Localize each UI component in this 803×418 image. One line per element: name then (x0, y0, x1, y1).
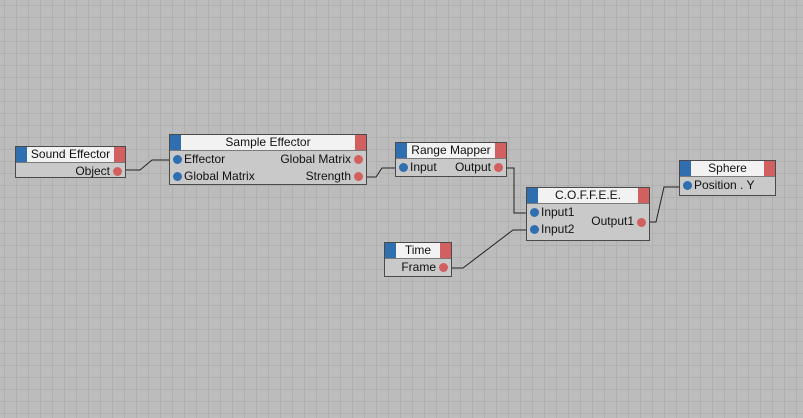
node-title[interactable]: Sound Effector (16, 147, 125, 163)
node-left-tab[interactable] (680, 161, 691, 176)
node-sphere[interactable]: Sphere Position . Y (679, 160, 776, 196)
node-sound-effector[interactable]: Sound Effector Object (15, 146, 126, 178)
node-left-tab[interactable] (170, 135, 181, 150)
port-label: Input2 (541, 222, 575, 236)
node-title[interactable]: Time (385, 243, 451, 259)
input-port-icon[interactable] (173, 172, 182, 181)
output-port-icon[interactable] (439, 263, 448, 272)
output-port-icon[interactable] (354, 172, 363, 181)
node-title-text: Time (404, 243, 432, 257)
wire-sound-object-to-sample-effector (123, 159, 175, 171)
node-left-tab[interactable] (396, 143, 407, 158)
port-label: Strength (305, 169, 351, 183)
wires-layer (123, 159, 685, 269)
node-right-tab[interactable] (355, 135, 366, 150)
node-title-text: C.O.F.F.E.E. (554, 188, 621, 202)
output-port-icon[interactable] (637, 218, 646, 227)
port-label: Frame (401, 260, 436, 274)
input-port-icon[interactable] (683, 181, 692, 190)
output-port-icon[interactable] (494, 163, 503, 172)
port-label: Global Matrix (184, 169, 255, 183)
node-right-tab[interactable] (495, 143, 506, 158)
port-label: Output (454, 160, 491, 174)
input-port-icon[interactable] (399, 163, 408, 172)
node-right-tab[interactable] (440, 243, 451, 258)
port-row[interactable]: Frame (385, 259, 451, 276)
input-port-icon[interactable] (173, 155, 182, 164)
input-port-icon[interactable] (530, 225, 539, 234)
node-right-tab[interactable] (114, 147, 125, 162)
port-label: Input1 (541, 205, 575, 219)
node-left-tab[interactable] (16, 147, 27, 162)
node-title[interactable]: Sample Effector (170, 135, 366, 151)
port-row[interactable]: Object (16, 163, 125, 180)
node-range-mapper[interactable]: Range Mapper Input Output (395, 142, 507, 177)
port-row[interactable]: Input Output (396, 159, 506, 176)
node-time[interactable]: Time Frame (384, 242, 452, 277)
port-label: Object (75, 164, 110, 178)
port-row[interactable]: Effector Global Matrix (170, 151, 366, 168)
node-title-text: Sound Effector (30, 147, 111, 161)
node-title-text: Sample Effector (225, 135, 311, 149)
wire-time-frame-to-coffee-input2 (445, 229, 533, 269)
port-label: Output1 (591, 214, 634, 228)
port-label: Input (410, 160, 437, 174)
node-sample-effector[interactable]: Sample Effector Effector Global Matrix G… (169, 134, 367, 185)
output-port-icon[interactable] (354, 155, 363, 164)
node-right-tab[interactable] (764, 161, 775, 176)
node-left-tab[interactable] (527, 188, 538, 203)
node-title-text: Sphere (708, 161, 747, 175)
node-coffee[interactable]: C.O.F.F.E.E. Input1 Input2 Output1 (526, 187, 650, 241)
port-label: Position . Y (694, 178, 755, 192)
port-label: Global Matrix (280, 152, 351, 166)
port-row[interactable]: Position . Y (680, 177, 775, 194)
node-title[interactable]: C.O.F.F.E.E. (527, 188, 649, 204)
output-port-icon[interactable] (113, 167, 122, 176)
node-left-tab[interactable] (385, 243, 396, 258)
port-row[interactable]: Global Matrix Strength (170, 168, 366, 185)
node-title-text: Range Mapper (411, 143, 491, 157)
node-title[interactable]: Range Mapper (396, 143, 506, 159)
node-editor-canvas[interactable]: Sound Effector Object Sample Effector Ef… (0, 0, 803, 418)
node-title[interactable]: Sphere (680, 161, 775, 177)
node-right-tab[interactable] (638, 188, 649, 203)
port-label: Effector (184, 152, 226, 166)
input-port-icon[interactable] (530, 208, 539, 217)
